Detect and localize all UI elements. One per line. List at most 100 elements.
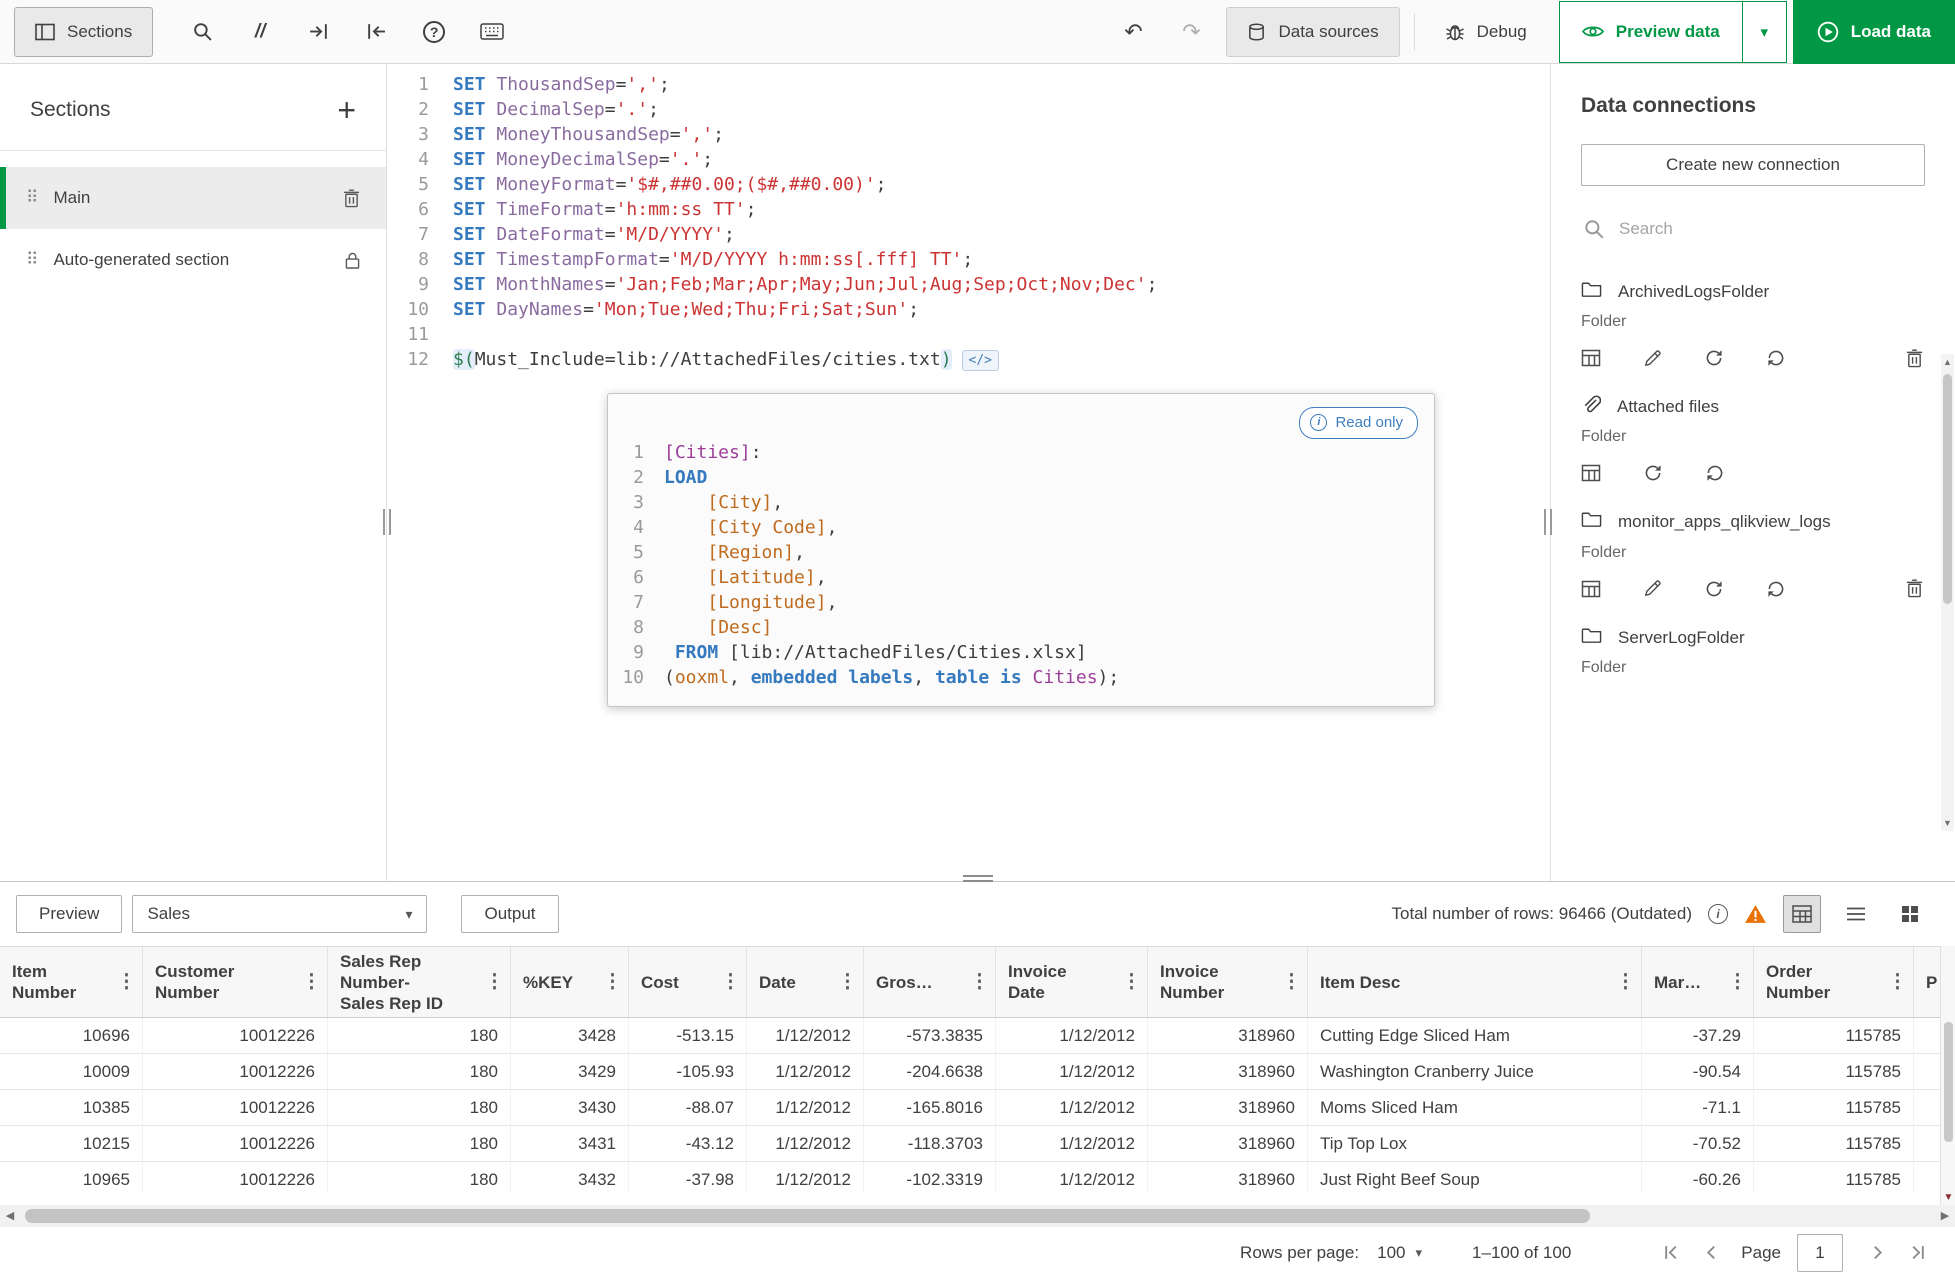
add-section-button[interactable]: +	[337, 94, 356, 126]
delete-connection-icon[interactable]	[1906, 579, 1923, 598]
column-header[interactable]: Cost ⋮	[629, 947, 747, 1017]
column-header[interactable]: Customer Number ⋮	[143, 947, 328, 1017]
sync-connection-icon[interactable]	[1704, 579, 1724, 599]
warning-icon[interactable]	[1744, 904, 1767, 924]
sync-connection-icon[interactable]	[1643, 463, 1663, 483]
folder-icon	[1581, 280, 1602, 298]
drag-handle-icon[interactable]: ⠿	[26, 188, 38, 208]
page-input[interactable]	[1797, 1233, 1843, 1272]
column-header[interactable]: %KEY ⋮	[511, 947, 629, 1017]
load-data-button[interactable]: Load data	[1792, 0, 1955, 64]
refresh-connection-icon[interactable]	[1766, 348, 1786, 368]
collapse-right-panel-handle[interactable]	[1544, 509, 1552, 535]
column-header[interactable]: Invoice Number ⋮	[1148, 947, 1308, 1017]
table-horizontal-scrollbar[interactable]: ◀ ▶	[0, 1204, 1955, 1227]
data-sources-button[interactable]: Data sources	[1226, 6, 1400, 57]
code-editor[interactable]: 1 SET ThousandSep=','; 2 SET DecimalSep='.'…	[387, 64, 1550, 881]
scrollbar-thumb[interactable]	[25, 1208, 1590, 1223]
column-menu-icon[interactable]: ⋮	[1728, 972, 1747, 993]
connection-search-input[interactable]	[1619, 219, 1923, 239]
previous-page-button[interactable]	[1691, 1233, 1731, 1273]
scrollbar-thumb[interactable]	[1944, 1022, 1953, 1142]
sync-connection-icon[interactable]	[1704, 348, 1724, 368]
column-header[interactable]: Mar… ⋮	[1642, 947, 1754, 1017]
table-vertical-scrollbar[interactable]: ▼	[1940, 946, 1955, 1205]
select-data-connection-icon[interactable]	[1581, 579, 1601, 599]
connection-item[interactable]: monitor_apps_qlikview_logs Folder	[1581, 498, 1925, 613]
debug-button[interactable]: Debug	[1429, 7, 1543, 57]
redo-button[interactable]: ↷	[1168, 9, 1214, 55]
column-header[interactable]: Sales Rep Number- Sales Rep ID ⋮	[328, 947, 511, 1017]
create-connection-button[interactable]: Create new connection	[1581, 144, 1925, 186]
scrollbar-thumb[interactable]	[1943, 374, 1952, 604]
connections-scrollbar[interactable]: ▲ ▼	[1941, 354, 1954, 831]
outdent-button[interactable]	[353, 9, 399, 55]
section-item[interactable]: ⠿ Auto-generated section	[0, 229, 386, 291]
first-page-button[interactable]	[1651, 1233, 1691, 1273]
column-header[interactable]: Item Desc ⋮	[1308, 947, 1642, 1017]
column-header[interactable]: Gros… ⋮	[864, 947, 996, 1017]
column-menu-icon[interactable]: ⋮	[302, 972, 321, 993]
column-menu-icon[interactable]: ⋮	[838, 972, 857, 993]
column-menu-icon[interactable]: ⋮	[1888, 972, 1907, 993]
column-menu-icon[interactable]: ⋮	[117, 972, 136, 993]
delete-connection-icon[interactable]	[1906, 349, 1923, 368]
sections-toggle-button[interactable]: Sections	[14, 6, 154, 57]
next-page-button[interactable]	[1857, 1233, 1897, 1273]
preview-data-dropdown[interactable]: ▾	[1742, 0, 1787, 63]
edit-connection-icon[interactable]	[1643, 579, 1662, 598]
scroll-right-icon[interactable]: ▶	[1935, 1205, 1955, 1227]
indent-button[interactable]	[295, 9, 341, 55]
column-header[interactable]: P⋮	[1914, 947, 1940, 1017]
scroll-down-icon[interactable]: ▼	[1941, 1192, 1955, 1203]
column-menu-icon[interactable]: ⋮	[485, 972, 504, 993]
scroll-down-icon[interactable]: ▼	[1941, 815, 1954, 831]
bug-icon	[1445, 21, 1465, 42]
column-header[interactable]: Order Number ⋮	[1754, 947, 1914, 1017]
column-menu-icon[interactable]: ⋮	[1282, 972, 1301, 993]
shortcuts-button[interactable]	[469, 9, 515, 55]
select-data-connection-icon[interactable]	[1581, 463, 1601, 483]
column-menu-icon[interactable]: ⋮	[721, 972, 740, 993]
delete-section-icon[interactable]	[343, 188, 360, 208]
scroll-left-icon[interactable]: ◀	[0, 1205, 20, 1227]
preview-tab-button[interactable]: Preview	[16, 895, 123, 933]
undo-button[interactable]: ↶	[1110, 9, 1156, 55]
connection-item[interactable]: Attached files Folder	[1581, 383, 1925, 498]
column-header[interactable]: Invoice Date ⋮	[996, 947, 1148, 1017]
column-menu-icon[interactable]: ⋮	[1616, 972, 1635, 993]
connection-item[interactable]: ArchivedLogsFolder Folder	[1581, 268, 1925, 383]
output-tab-button[interactable]: Output	[461, 895, 559, 933]
edit-connection-icon[interactable]	[1643, 349, 1662, 368]
scroll-up-icon[interactable]: ▲	[1941, 354, 1954, 370]
info-icon[interactable]: i	[1708, 904, 1728, 924]
rows-per-page-label: Rows per page:	[1240, 1242, 1360, 1262]
list-view-button[interactable]	[1837, 895, 1875, 933]
column-label: Customer Number	[155, 962, 235, 1002]
preview-data-button[interactable]: Preview data	[1558, 0, 1743, 63]
refresh-connection-icon[interactable]	[1766, 579, 1786, 599]
column-menu-icon[interactable]: ⋮	[603, 972, 622, 993]
drag-handle-icon[interactable]: ⠿	[26, 250, 38, 270]
panel-splitter-handle[interactable]	[962, 873, 993, 883]
help-button[interactable]: ?	[411, 9, 457, 55]
table-select[interactable]: Sales ▾	[132, 895, 428, 933]
comment-toggle-button[interactable]: //	[237, 9, 283, 55]
table-cell: 115785	[1754, 1162, 1914, 1192]
search-button[interactable]	[179, 9, 225, 55]
column-header[interactable]: Date ⋮	[747, 947, 864, 1017]
card-view-button[interactable]	[1891, 895, 1929, 933]
section-item[interactable]: ⠿ Main	[0, 167, 386, 229]
last-page-button[interactable]	[1897, 1233, 1937, 1273]
column-header[interactable]: Item Number ⋮	[0, 947, 143, 1017]
select-data-connection-icon[interactable]	[1581, 348, 1601, 368]
column-menu-icon[interactable]: ⋮	[970, 972, 989, 993]
expand-include-icon[interactable]: </>	[961, 349, 1000, 371]
rows-per-page-select[interactable]: 100 ▾	[1377, 1243, 1422, 1263]
column-menu-icon[interactable]: ⋮	[1122, 972, 1141, 993]
connection-item[interactable]: ServerLogFolder Folder	[1581, 614, 1925, 699]
code-line: 2 LOAD	[614, 465, 1434, 490]
collapse-left-panel-handle[interactable]	[383, 509, 391, 535]
refresh-connection-icon[interactable]	[1705, 463, 1725, 483]
table-view-button[interactable]	[1783, 895, 1821, 933]
